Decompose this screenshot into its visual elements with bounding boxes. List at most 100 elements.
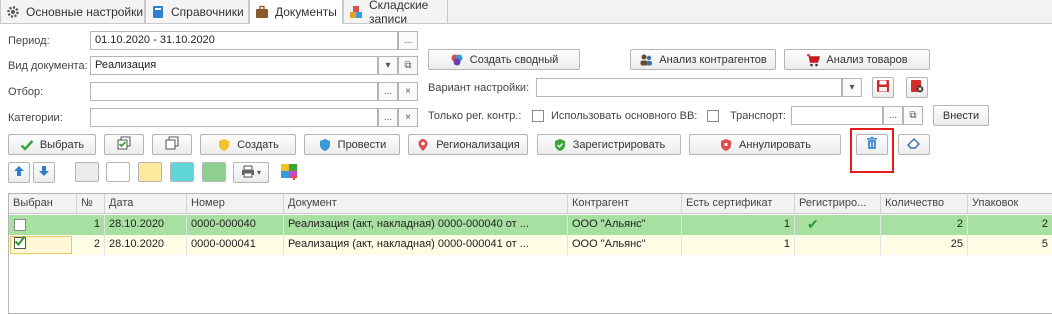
tab-warehouse-records[interactable]: Складские записи xyxy=(343,0,448,26)
use-main-checkbox[interactable] xyxy=(707,110,719,122)
book-icon xyxy=(151,5,165,19)
row-number: 0000-000041 xyxy=(187,235,284,255)
row-num: 1 xyxy=(77,215,105,235)
button-label: Провести xyxy=(337,138,387,151)
row-document: Реализация (акт, накладная) 0000-000040 … xyxy=(284,215,568,235)
arrow-up-icon xyxy=(13,165,25,180)
row-packs: 2 xyxy=(968,215,1052,235)
categories-clear-button[interactable]: × xyxy=(398,108,418,127)
period-label: Период: xyxy=(8,35,50,47)
doc-type-label: Вид документа: xyxy=(8,60,88,72)
variant-field[interactable] xyxy=(536,78,842,97)
row-cert: 1 xyxy=(682,235,795,255)
color-yellow-button[interactable] xyxy=(138,162,162,182)
row-cert: 1 xyxy=(682,215,795,235)
blocks-icon xyxy=(349,5,363,19)
shield-red-icon xyxy=(719,138,733,152)
post-button[interactable]: Провести xyxy=(304,134,400,155)
printer-icon xyxy=(241,165,255,181)
column-header[interactable]: Документ xyxy=(284,194,568,214)
period-field[interactable]: 01.10.2020 - 31.10.2020 xyxy=(90,31,398,50)
filter-field[interactable] xyxy=(90,82,378,101)
annul-button[interactable]: Аннулировать xyxy=(689,134,841,155)
row-packs: 5 xyxy=(968,235,1052,255)
clear-button[interactable] xyxy=(898,134,930,155)
trash-icon xyxy=(865,136,879,153)
row-contractor: ООО "Альянс" xyxy=(568,215,682,235)
check-all-icon xyxy=(116,136,132,153)
check-all-button[interactable] xyxy=(104,134,144,155)
uncheck-all-icon xyxy=(164,136,180,153)
delete-settings-button[interactable] xyxy=(906,77,928,98)
register-button[interactable]: Зарегистрировать xyxy=(537,134,681,155)
only-reg-label: Только рег. контр.: xyxy=(428,110,522,122)
move-up-button[interactable] xyxy=(8,162,30,183)
cart-icon xyxy=(806,53,821,67)
people-icon xyxy=(639,53,653,67)
transport-open-button[interactable]: ⧉ xyxy=(903,106,923,125)
table-row[interactable]: 1 28.10.2020 0000-000040 Реализация (акт… xyxy=(9,215,1052,235)
tab-directories[interactable]: Справочники xyxy=(145,0,249,24)
transport-select-button[interactable]: ... xyxy=(883,106,903,125)
categories-select-button[interactable]: ... xyxy=(378,108,398,127)
column-header[interactable]: Контрагент xyxy=(568,194,682,214)
tab-documents[interactable]: Документы xyxy=(249,0,343,24)
column-header[interactable]: Есть сертификат xyxy=(682,194,795,214)
colors-plus-icon[interactable] xyxy=(279,162,301,182)
table-row[interactable]: 2 28.10.2020 0000-000041 Реализация (акт… xyxy=(9,235,1052,255)
column-header[interactable]: Количество xyxy=(881,194,968,214)
uncheck-all-button[interactable] xyxy=(152,134,192,155)
row-checkbox[interactable] xyxy=(14,219,26,231)
regionalize-button[interactable]: Регионализация xyxy=(408,134,528,155)
column-header[interactable]: № xyxy=(77,194,105,214)
button-label: Анализ контрагентов xyxy=(659,53,767,66)
color-cyan-button[interactable] xyxy=(170,162,194,182)
analysis-goods-button[interactable]: Анализ товаров xyxy=(784,49,930,70)
tab-main-settings[interactable]: Основные настройки xyxy=(0,0,145,24)
period-select-button[interactable]: ... xyxy=(398,31,418,50)
apply-button[interactable]: Внести xyxy=(933,105,989,126)
delete-button[interactable] xyxy=(856,134,888,155)
row-qty: 2 xyxy=(881,215,968,235)
color-green-button[interactable] xyxy=(202,162,226,182)
categories-field[interactable] xyxy=(90,108,378,127)
button-label: Зарегистрировать xyxy=(572,138,666,151)
doc-type-dropdown-button[interactable]: ▾ xyxy=(378,56,398,75)
transport-label: Транспорт: xyxy=(730,110,786,122)
summary-icon xyxy=(450,53,464,67)
color-white-button[interactable] xyxy=(106,162,130,182)
variant-dropdown-button[interactable]: ▾ xyxy=(842,78,862,97)
filter-select-button[interactable]: ... xyxy=(378,82,398,101)
analysis-contractors-button[interactable]: Анализ контрагентов xyxy=(630,49,776,70)
filter-clear-button[interactable]: × xyxy=(398,82,418,101)
column-header[interactable]: Номер xyxy=(187,194,284,214)
print-button[interactable]: ▾ xyxy=(233,162,269,183)
row-registered xyxy=(795,235,881,255)
button-label: Создать xyxy=(237,138,279,151)
create-summary-button[interactable]: Создать сводный xyxy=(428,49,580,70)
only-reg-checkbox[interactable] xyxy=(532,110,544,122)
row-registered-check-icon: ✔ xyxy=(795,215,881,235)
transport-field[interactable] xyxy=(791,106,883,125)
row-checkbox[interactable] xyxy=(14,235,26,249)
save-settings-button[interactable] xyxy=(872,77,894,98)
button-label: Анализ товаров xyxy=(826,53,908,66)
column-header[interactable]: Выбран xyxy=(9,194,77,214)
button-label: Внести xyxy=(942,109,980,122)
row-num: 2 xyxy=(77,235,105,255)
row-date: 28.10.2020 xyxy=(105,235,187,255)
filter-label: Отбор: xyxy=(8,86,44,98)
tab-label: Справочники xyxy=(171,4,244,19)
color-gray-button[interactable] xyxy=(75,162,99,182)
column-header[interactable]: Регистриро... xyxy=(795,194,881,214)
column-header[interactable]: Упаковок xyxy=(968,194,1052,214)
doc-type-field[interactable]: Реализация xyxy=(90,56,378,75)
location-pin-icon xyxy=(416,138,430,152)
shield-blue-icon xyxy=(318,138,332,152)
create-button[interactable]: Создать xyxy=(200,134,296,155)
select-button[interactable]: Выбрать xyxy=(8,134,96,155)
doc-type-open-button[interactable]: ⧉ xyxy=(398,56,418,75)
column-header[interactable]: Дата xyxy=(105,194,187,214)
move-down-button[interactable] xyxy=(33,162,55,183)
arrow-down-icon xyxy=(38,165,50,180)
